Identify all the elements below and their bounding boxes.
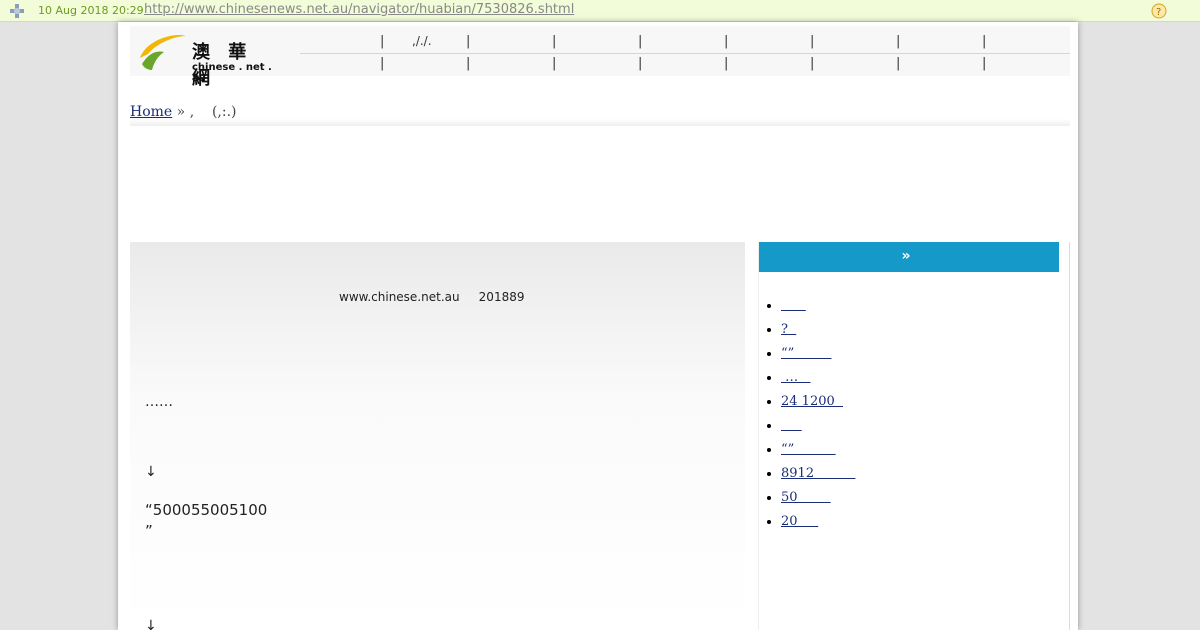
breadcrumb-home-link[interactable]: Home	[130, 104, 172, 120]
help-icon[interactable]: ?	[1151, 3, 1167, 19]
nav-separator: |	[982, 34, 987, 49]
nav-separator: |	[380, 56, 385, 71]
nav-item[interactable]: ,/./.	[412, 34, 432, 48]
nav-separator: |	[466, 56, 471, 71]
nav-separator: |	[810, 56, 815, 71]
page-container: 澳 華 網 chinese . net . au | ,/./. | | | |…	[118, 22, 1078, 630]
breadcrumb-current: , (,:.)	[189, 104, 237, 120]
breadcrumb: Home » , (,:.)	[130, 104, 1070, 126]
news-link[interactable]: ?	[781, 322, 796, 337]
nav-separator: |	[380, 34, 385, 49]
article-paragraph: ”	[145, 522, 153, 540]
nav-separator: |	[896, 56, 901, 71]
news-link[interactable]: “”	[781, 442, 836, 457]
list-item: “”	[781, 346, 855, 370]
archive-date: 10 Aug 2018 20:29	[38, 4, 144, 17]
list-item: “”	[781, 442, 855, 466]
article-body: www.chinese.net.au 201889 …… ↓ “50005500…	[130, 242, 745, 630]
site-header: 澳 華 網 chinese . net . au | ,/./. | | | |…	[130, 26, 1070, 89]
nav-row-bottom: | | | | | | | |	[300, 54, 1070, 76]
sidebar-title: »	[759, 242, 1059, 272]
news-link[interactable]	[781, 418, 802, 433]
main-nav: | ,/./. | | | | | | | | | | | | | | |	[300, 28, 1070, 74]
list-item: ?	[781, 322, 855, 346]
site-logo[interactable]: 澳 華 網 chinese . net . au	[136, 30, 286, 89]
article-paragraph: “500055005100	[145, 501, 268, 519]
nav-separator: |	[638, 34, 643, 49]
nav-separator: |	[982, 56, 987, 71]
nav-separator: |	[810, 34, 815, 49]
news-link[interactable]: 24 1200	[781, 394, 843, 409]
breadcrumb-separator: »	[176, 104, 186, 120]
news-link[interactable]	[781, 298, 806, 313]
nav-separator: |	[552, 34, 557, 49]
list-item	[781, 418, 855, 442]
logo-english-text: chinese . net . au	[192, 62, 272, 84]
nav-separator: |	[466, 34, 471, 49]
svg-text:?: ?	[1156, 7, 1161, 18]
list-item: 50	[781, 490, 855, 514]
nav-separator: |	[638, 56, 643, 71]
news-link[interactable]: 8912	[781, 466, 855, 481]
nav-separator: |	[724, 56, 729, 71]
list-item: 24 1200	[781, 394, 855, 418]
sidebar: » ? “” … 24 1200 “” 8912 50 20	[758, 242, 1070, 630]
list-item: 8912	[781, 466, 855, 490]
list-item	[781, 298, 855, 322]
news-link[interactable]: 20	[781, 514, 818, 529]
article-paragraph: ↓	[145, 618, 157, 630]
nav-separator: |	[896, 34, 901, 49]
sidebar-title-separator: »	[901, 248, 917, 264]
article-source-line: www.chinese.net.au 201889	[339, 290, 525, 304]
nav-separator: |	[552, 56, 557, 71]
news-link[interactable]: “”	[781, 346, 831, 361]
news-link[interactable]: 50	[781, 490, 831, 505]
article-paragraph: ……	[145, 394, 173, 410]
archive-url-link[interactable]: http://www.chinesenews.net.au/navigator/…	[144, 2, 574, 17]
article-paragraph: ↓	[145, 464, 157, 480]
wayback-logo-icon[interactable]	[8, 3, 26, 19]
nav-separator: |	[724, 34, 729, 49]
news-link[interactable]: …	[781, 370, 811, 385]
list-item: 20	[781, 514, 855, 538]
archive-bar: 10 Aug 2018 20:29 http://www.chinesenews…	[0, 0, 1200, 22]
nav-row-top: | ,/./. | | | | | | |	[300, 32, 1070, 54]
list-item: …	[781, 370, 855, 394]
sidebar-news-list: ? “” … 24 1200 “” 8912 50 20	[781, 298, 855, 538]
